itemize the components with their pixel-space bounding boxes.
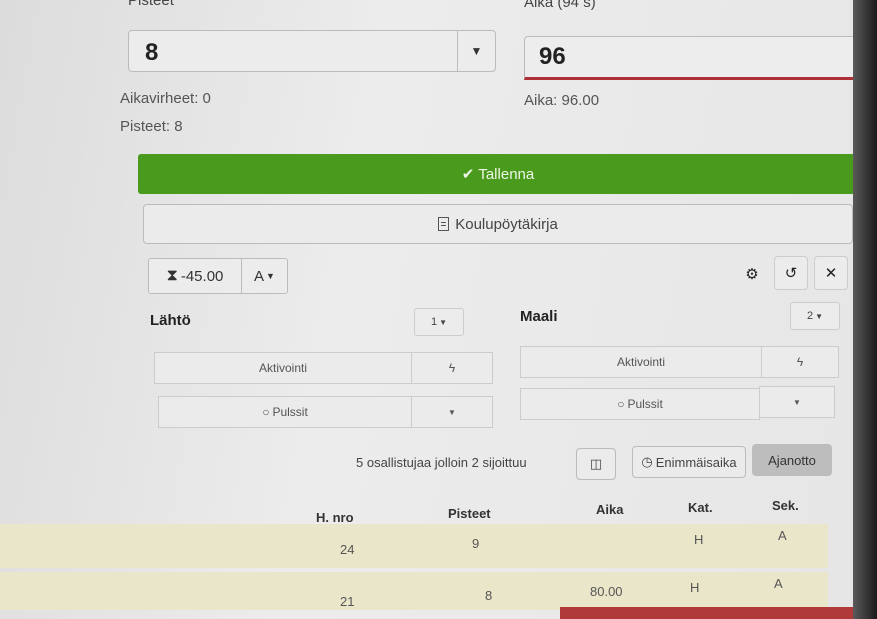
col-header-category[interactable]: Kat. <box>688 500 713 515</box>
start-activation-button[interactable]: Aktivointi <box>154 352 412 384</box>
time-text: Aika: 96.00 <box>524 92 600 109</box>
points-select-value: 8 <box>145 39 159 66</box>
timer-offset-group[interactable]: ⧗ -45.00 A ▼ <box>148 258 288 294</box>
circle-icon: ○ <box>617 397 625 411</box>
finish-select[interactable]: 2 ▼ <box>790 302 840 330</box>
caret-down-icon: ▼ <box>448 407 456 417</box>
points-text: Pisteet: 8 <box>120 118 183 135</box>
columns-icon: ◫ <box>589 456 603 471</box>
finish-trigger-button[interactable]: ϟ <box>761 346 839 378</box>
bolt-icon: ϟ <box>448 361 456 375</box>
report-label: Koulupöytäkirja <box>455 215 558 233</box>
monitor-bezel <box>853 0 877 619</box>
time-faults-text: Aikavirheet: 0 <box>120 90 211 107</box>
timing-label: Ajanotto <box>768 452 816 468</box>
report-button[interactable]: Koulupöytäkirja <box>143 204 853 244</box>
document-icon <box>438 217 450 231</box>
finish-select-value: 2 <box>806 310 814 322</box>
col-header-section[interactable]: Sek. <box>772 498 799 513</box>
start-trigger-button[interactable]: ϟ <box>411 352 493 384</box>
start-pulses-label: Pulssit <box>272 405 308 419</box>
cell-points: 8 <box>485 588 493 603</box>
start-select-value: 1 <box>430 316 438 328</box>
gear-icon[interactable]: ⚙ <box>740 262 764 286</box>
save-label: Tallenna <box>478 165 535 183</box>
hourglass-icon: ⧗ <box>166 267 178 284</box>
save-button[interactable]: ✔ Tallenna <box>138 154 858 194</box>
finish-activation-button[interactable]: Aktivointi <box>520 346 762 378</box>
time-input[interactable]: 96 <box>524 36 866 80</box>
time-input-value: 96 <box>539 43 566 70</box>
timer-offset[interactable]: ⧗ -45.00 <box>149 259 242 293</box>
timer-offset-value: -45.00 <box>180 267 224 285</box>
cell-section: A <box>778 528 787 543</box>
max-time-button[interactable]: ◷ Enimmäisaika <box>632 446 746 478</box>
finish-activation-label: Aktivointi <box>616 355 666 369</box>
cell-time: 80.00 <box>590 584 623 599</box>
screen: Pisteet Aika (94 s) 8 ▼ 96 Aikavirheet: … <box>0 0 866 619</box>
caret-down-icon: ▼ <box>439 317 448 327</box>
cell-section: A <box>774 576 783 591</box>
cell-points: 9 <box>472 536 480 551</box>
check-icon: ✔ <box>461 166 475 183</box>
reset-button[interactable]: ↺ <box>774 256 808 290</box>
footer-strip <box>560 607 860 619</box>
col-header-points[interactable]: Pisteet <box>448 506 491 521</box>
close-button[interactable]: ✕ <box>814 256 848 290</box>
finish-pulses-label: Pulssit <box>627 397 663 411</box>
clock-icon: ◷ <box>641 454 653 469</box>
col-header-time[interactable]: Aika <box>596 502 623 517</box>
start-title: Lähtö <box>150 312 191 329</box>
caret-down-icon[interactable]: ▼ <box>457 31 495 71</box>
col-header-number[interactable]: H. nro <box>316 510 354 525</box>
timer-mode-dropdown[interactable]: A ▼ <box>242 259 287 293</box>
close-icon: ✕ <box>824 265 838 282</box>
timing-button[interactable]: Ajanotto <box>752 444 832 476</box>
cell-category: H <box>694 532 704 547</box>
start-select[interactable]: 1 ▼ <box>414 308 464 336</box>
start-pulses-button[interactable]: ○ Pulssit <box>158 396 412 428</box>
columns-button[interactable]: ◫ <box>576 448 616 480</box>
max-time-label: Enimmäisaika <box>655 454 737 470</box>
finish-pulses-button[interactable]: ○ Pulssit <box>520 388 760 420</box>
circle-icon: ○ <box>262 405 270 419</box>
points-select[interactable]: 8 ▼ <box>128 30 496 72</box>
finish-pulses-dropdown[interactable]: ▼ <box>759 386 835 418</box>
cell-number: 24 <box>340 542 355 557</box>
table-row[interactable]: 24 9 H A <box>0 524 828 568</box>
undo-icon: ↺ <box>784 265 798 282</box>
start-pulses-dropdown[interactable]: ▼ <box>411 396 493 428</box>
bolt-icon: ϟ <box>796 355 804 369</box>
caret-down-icon: ▼ <box>815 311 824 321</box>
finish-title: Maali <box>520 308 558 325</box>
time-label: Aika (94 s) <box>524 0 596 11</box>
table-row[interactable]: 21 8 80.00 H A <box>0 572 828 610</box>
timer-mode-value: A <box>254 267 265 285</box>
points-label: Pisteet <box>128 0 174 9</box>
cell-category: H <box>690 580 700 595</box>
cell-number: 21 <box>340 594 355 609</box>
participants-summary: 5 osallistujaa jolloin 2 sijoittuu <box>356 455 527 470</box>
caret-down-icon: ▼ <box>266 271 275 281</box>
start-activation-label: Aktivointi <box>258 361 308 375</box>
caret-down-icon: ▼ <box>793 397 801 407</box>
